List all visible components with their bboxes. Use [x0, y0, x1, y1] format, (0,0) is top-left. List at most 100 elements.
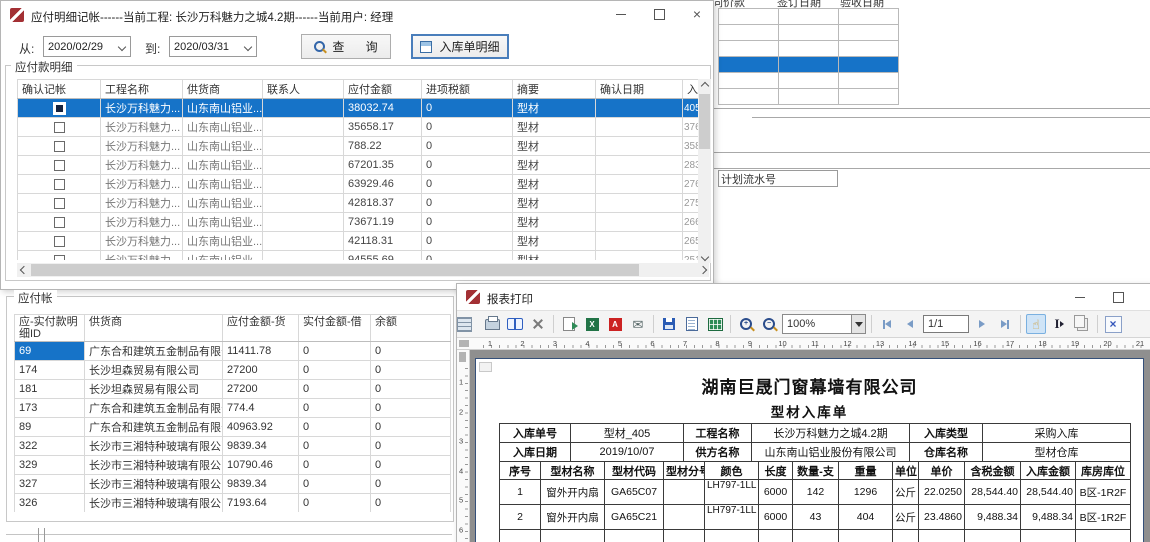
column-header[interactable]: 供货商 — [85, 315, 223, 342]
tools-icon[interactable] — [528, 314, 548, 334]
last-page-icon[interactable] — [995, 314, 1015, 334]
table-row[interactable]: 329长沙市三湘特种玻璃有限公司10790.4600 — [15, 456, 451, 475]
table-row[interactable]: 长沙万科魅力...山东南山铝业...63929.460型材276 — [18, 175, 700, 194]
text-select-icon[interactable]: I — [1049, 314, 1069, 334]
titlebar[interactable]: 应付明细记帐------当前工程: 长沙万科魅力之城4.2期------当前用户… — [1, 1, 713, 29]
inbound-detail-button[interactable]: 入库单明细 — [411, 34, 509, 59]
print-icon[interactable] — [482, 314, 502, 334]
table-row[interactable] — [500, 530, 1131, 542]
table-row[interactable]: 181长沙坦森贸易有限公司2720000 — [15, 380, 451, 399]
checkbox[interactable] — [54, 122, 65, 133]
column-header[interactable]: 库房库位 — [1076, 462, 1131, 480]
chevron-down-icon[interactable] — [851, 315, 865, 333]
scroll-right-icon[interactable] — [696, 263, 709, 277]
table-row[interactable]: 173广东合和建筑五金制品有限公司774.400 — [15, 399, 451, 418]
scroll-down-icon[interactable] — [698, 250, 711, 263]
document-icon[interactable] — [682, 314, 702, 334]
scroll-up-icon[interactable] — [698, 79, 711, 92]
checkbox[interactable] — [54, 160, 65, 171]
column-header[interactable]: 长度 — [759, 462, 793, 480]
report-preview-area[interactable]: 123456 湖南巨晟门窗幕墙有限公司 型材入库单 入库单号型材_405工程名称… — [457, 350, 1150, 542]
column-header[interactable]: 型材代码 — [605, 462, 664, 480]
table-row[interactable]: 322长沙市三湘特种玻璃有限公司9839.3400 — [15, 437, 451, 456]
page-indicator[interactable]: 1/1 — [923, 315, 969, 333]
column-header[interactable]: 供货商 — [183, 80, 263, 99]
table-row[interactable]: 长沙万科魅力...山东南山铝业...94555.690型材251 — [18, 251, 700, 261]
zoom-in-icon[interactable]: + — [736, 314, 756, 334]
checkbox[interactable] — [54, 217, 65, 228]
table-row[interactable] — [719, 89, 899, 105]
column-header[interactable]: 单位 — [893, 462, 919, 480]
query-button[interactable]: 查 询 — [301, 34, 391, 59]
column-header[interactable]: 应付金额-货 — [223, 315, 299, 342]
excel-icon[interactable]: X — [582, 314, 602, 334]
column-header[interactable]: 联系人 — [263, 80, 344, 99]
column-header[interactable]: 确认日期 — [596, 80, 683, 99]
hand-tool-icon[interactable]: ☝ — [1026, 314, 1046, 334]
first-page-icon[interactable] — [877, 314, 897, 334]
table-row[interactable]: 长沙万科魅力...山东南山铝业...42118.310型材265 — [18, 232, 700, 251]
column-header[interactable]: 型材名称 — [541, 462, 605, 480]
zoom-select[interactable]: 100% — [782, 314, 866, 334]
table-row[interactable]: 69广东合和建筑五金制品有限公司11411.7800 — [15, 342, 451, 361]
prev-page-icon[interactable] — [900, 314, 920, 334]
table-row[interactable]: 89广东合和建筑五金制品有限公司40963.9200 — [15, 418, 451, 437]
table-row[interactable]: 长沙万科魅力...山东南山铝业...788.220型材358 — [18, 137, 700, 156]
table-row[interactable]: 长沙万科魅力...山东南山铝业...42818.370型材275 — [18, 194, 700, 213]
copy-icon[interactable] — [1072, 314, 1092, 334]
pdf-icon[interactable]: A — [605, 314, 625, 334]
column-header[interactable]: 应付金额 — [344, 80, 422, 99]
table-row[interactable]: 1窗外开内扇GA65C07LH797-1LL60001421296公斤22.02… — [500, 480, 1131, 505]
table-row[interactable]: 长沙万科魅力...山东南山铝业...73671.190型材266 — [18, 213, 700, 232]
table-row[interactable]: 2窗外开内扇GA65C21LH797-1LL600043404公斤23.4860… — [500, 505, 1131, 530]
checkbox[interactable] — [54, 198, 65, 209]
from-date-select[interactable]: 2020/02/29 — [43, 36, 131, 57]
column-header[interactable]: 实付金额-借 — [299, 315, 371, 342]
table-row[interactable]: 327长沙市三湘特种玻璃有限公司9839.3400 — [15, 475, 451, 494]
table-row[interactable] — [719, 9, 899, 25]
scrollbar-thumb[interactable] — [699, 94, 710, 149]
checkbox[interactable] — [54, 179, 65, 190]
table-row[interactable]: 174长沙坦森贸易有限公司2720000 — [15, 361, 451, 380]
checkbox[interactable] — [54, 141, 65, 152]
book-icon[interactable] — [505, 314, 525, 334]
column-header[interactable]: 确认记帐 — [18, 80, 101, 99]
maximize-button[interactable] — [644, 1, 674, 27]
titlebar[interactable]: 报表打印 × — [457, 284, 1150, 310]
close-icon[interactable]: × — [682, 1, 712, 27]
export-icon[interactable] — [559, 314, 579, 334]
column-header[interactable]: 重量 — [839, 462, 893, 480]
column-header[interactable]: 颜色 — [705, 462, 759, 480]
column-header[interactable]: 数量-支 — [793, 462, 839, 480]
column-header[interactable]: 摘要 — [513, 80, 596, 99]
table-row[interactable]: 长沙万科魅力...山东南山铝业...38032.740型材405 — [18, 99, 700, 118]
column-header[interactable]: 单价 — [919, 462, 965, 480]
table-row[interactable] — [719, 25, 899, 41]
minimize-button[interactable] — [606, 1, 636, 27]
close-icon[interactable]: × — [1141, 284, 1150, 310]
table-row[interactable]: 长沙万科魅力...山东南山铝业...35658.170型材376 — [18, 118, 700, 137]
maximize-button[interactable] — [1103, 284, 1133, 310]
column-header[interactable]: 余额 — [371, 315, 451, 342]
column-header[interactable]: 入库金额 — [1021, 462, 1076, 480]
column-header[interactable]: 工程名称 — [101, 80, 183, 99]
column-header[interactable]: 型材分号 — [664, 462, 705, 480]
to-date-select[interactable]: 2020/03/31 — [169, 36, 257, 57]
save-icon[interactable] — [659, 314, 679, 334]
checkbox[interactable] — [54, 255, 65, 261]
scroll-left-icon[interactable] — [17, 263, 30, 277]
design-icon[interactable] — [459, 314, 479, 334]
table-row-selected[interactable] — [719, 57, 899, 73]
zoom-out-icon[interactable]: − — [759, 314, 779, 334]
column-header[interactable]: 序号 — [500, 462, 541, 480]
minimize-button[interactable] — [1065, 284, 1095, 310]
table-row[interactable]: 长沙万科魅力...山东南山铝业...67201.350型材283 — [18, 156, 700, 175]
next-page-icon[interactable] — [972, 314, 992, 334]
table-row[interactable] — [719, 73, 899, 89]
archive-icon[interactable] — [705, 314, 725, 334]
column-header[interactable]: 含税金额 — [965, 462, 1021, 480]
scrollbar-thumb[interactable] — [31, 264, 639, 276]
table-row[interactable]: 326长沙市三湘特种玻璃有限公司7193.6400 — [15, 494, 451, 513]
mail-icon[interactable]: ✉ — [628, 314, 648, 334]
checkbox[interactable] — [54, 103, 65, 114]
